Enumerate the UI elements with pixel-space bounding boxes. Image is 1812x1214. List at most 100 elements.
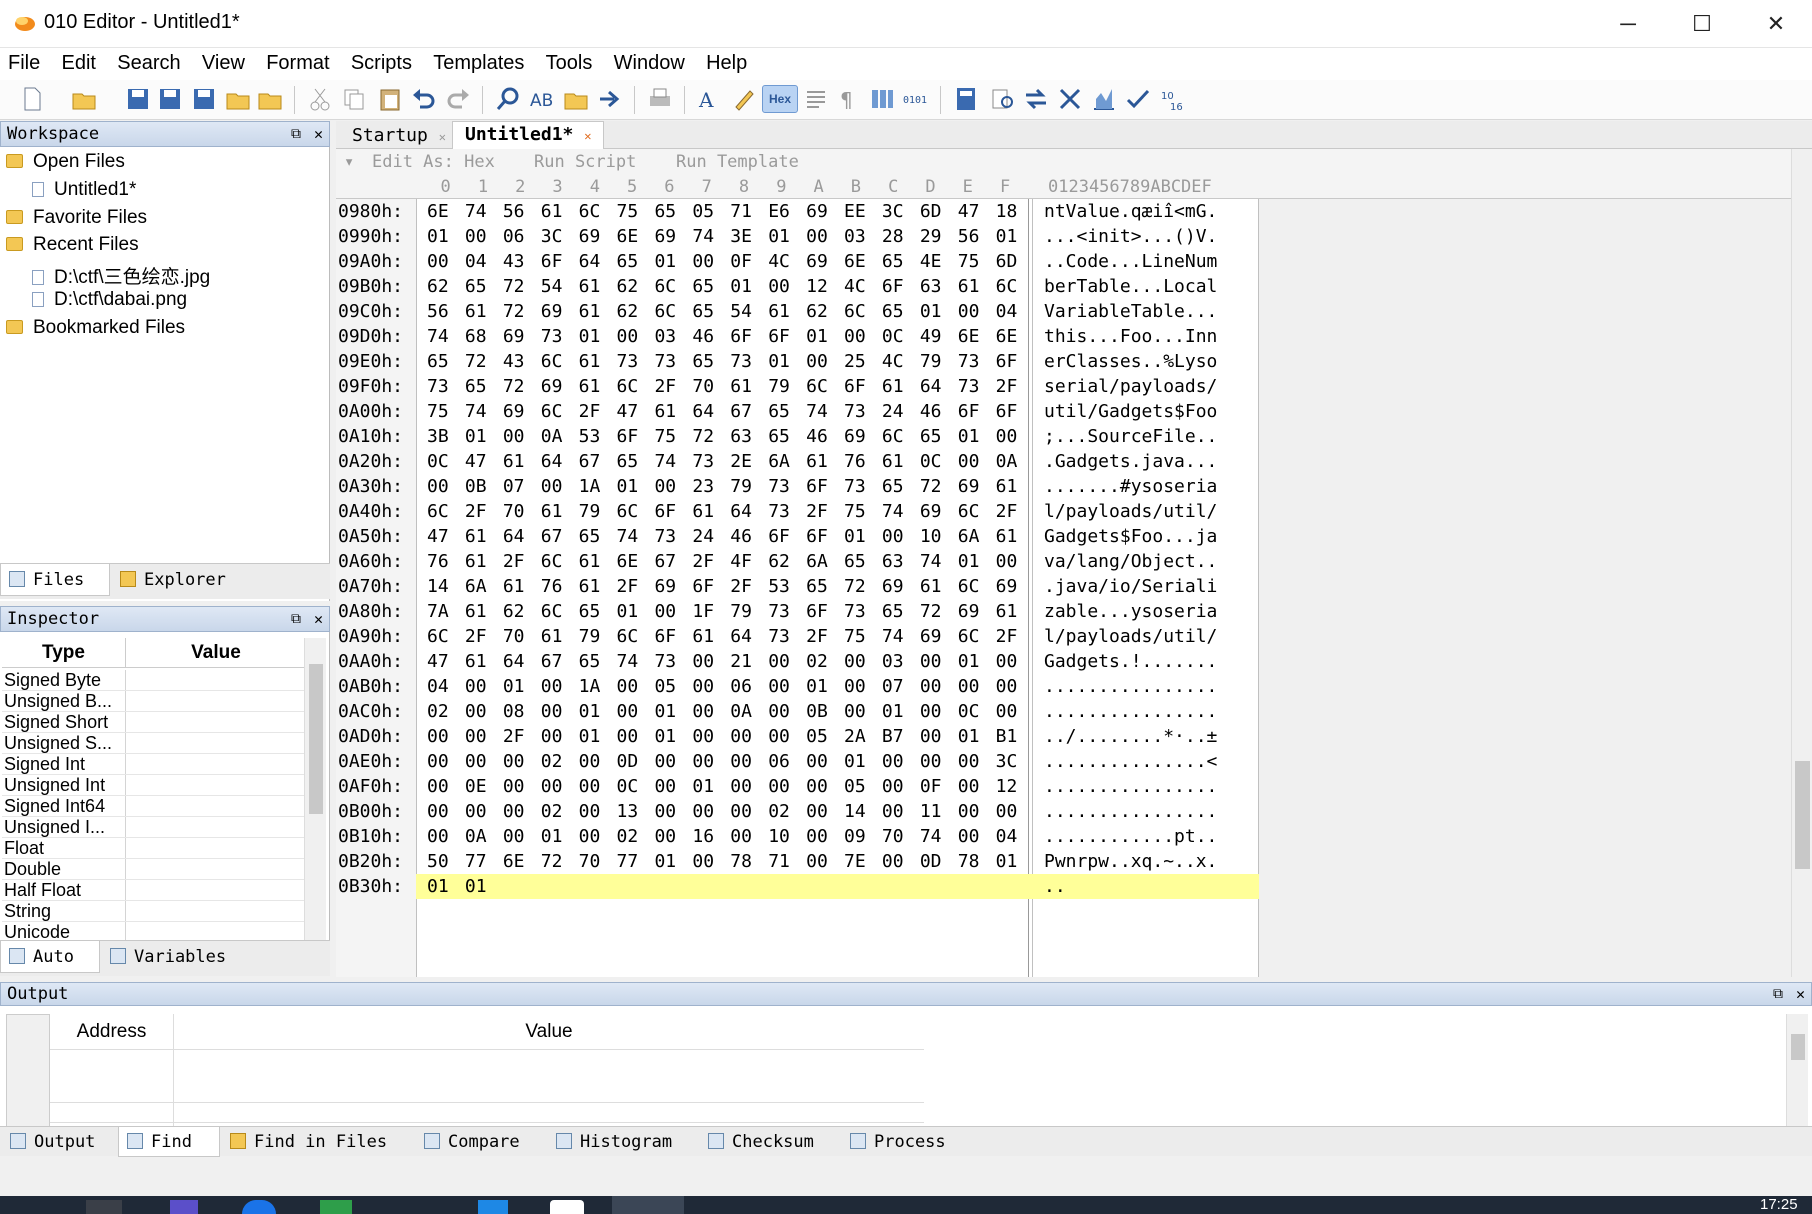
open-folder-icon[interactable]: [224, 85, 252, 113]
inspector-row[interactable]: Unsigned B...: [2, 691, 304, 712]
redo-icon[interactable]: [444, 85, 472, 113]
inspector-col-value[interactable]: Value: [128, 638, 304, 668]
hex-ascii[interactable]: ...............<: [1044, 749, 1217, 774]
font-icon[interactable]: A: [696, 85, 724, 113]
inspector-row[interactable]: Double: [2, 859, 304, 880]
hex-bytes[interactable]: 7A 61 62 6C 65 01 00 1F 79 73 6F 73 65 7…: [427, 599, 1017, 624]
hex-ascii[interactable]: ntValue.qæiî<mG.: [1044, 199, 1217, 224]
hex-row[interactable]: 0A70h: 14 6A 61 76 61 2F 69 6F 2F 53 65 7…: [336, 574, 1259, 599]
hex-ascii[interactable]: ............pt..: [1044, 824, 1217, 849]
editor-scroll-thumb[interactable]: [1795, 761, 1810, 869]
compare-icon[interactable]: [988, 85, 1016, 113]
hex-ascii[interactable]: va/lang/Object..: [1044, 549, 1217, 574]
hex-row[interactable]: 09D0h: 74 68 69 73 01 00 03 46 6F 6F 01 0…: [336, 324, 1259, 349]
hex-row[interactable]: 0980h: 6E 74 56 61 6C 75 65 05 71 E6 69 E…: [336, 199, 1259, 224]
close-panel-icon[interactable]: ✕: [314, 122, 323, 146]
hex-row[interactable]: 0A50h: 47 61 64 67 65 74 73 24 46 6F 6F 0…: [336, 524, 1259, 549]
tab-close-icon[interactable]: ✕: [584, 129, 591, 143]
hex-ascii[interactable]: erClasses..%Lyso: [1044, 349, 1217, 374]
hex-ascii[interactable]: serial/payloads/: [1044, 374, 1217, 399]
save-icon[interactable]: [124, 85, 152, 113]
hex-row[interactable]: 0A60h: 76 61 2F 6C 61 6E 67 2F 4F 62 6A 6…: [336, 549, 1259, 574]
find-icon[interactable]: [494, 85, 522, 113]
save-all-icon[interactable]: [190, 85, 218, 113]
hex-row[interactable]: 0AF0h: 00 0E 00 00 00 0C 00 01 00 00 00 0…: [336, 774, 1259, 799]
hex-bytes[interactable]: 56 61 72 69 61 62 6C 65 54 61 62 6C 65 0…: [427, 299, 1017, 324]
tree-recent-files[interactable]: Recent Files: [6, 234, 139, 256]
output-scroll-thumb[interactable]: [1791, 1034, 1805, 1060]
hex-bytes[interactable]: 02 00 08 00 01 00 01 00 0A 00 0B 00 01 0…: [427, 699, 1017, 724]
base-convert-icon[interactable]: 1016: [1158, 85, 1186, 113]
paste-icon[interactable]: [376, 85, 404, 113]
highlight-icon[interactable]: [730, 85, 758, 113]
hex-ascii[interactable]: Gadgets$Foo...ja: [1044, 524, 1217, 549]
hex-row[interactable]: 0A30h: 00 0B 07 00 1A 01 00 23 79 73 6F 7…: [336, 474, 1259, 499]
inspector-row[interactable]: Unsigned Int: [2, 775, 304, 796]
tab-compare[interactable]: Compare: [416, 1127, 546, 1157]
float-icon[interactable]: ⧉: [291, 607, 301, 631]
tab-find[interactable]: Find: [118, 1127, 220, 1157]
hex-bytes[interactable]: 47 61 64 67 65 74 73 00 21 00 02 00 03 0…: [427, 649, 1017, 674]
inspector-row[interactable]: Unsigned S...: [2, 733, 304, 754]
tab-find-in-files[interactable]: Find in Files: [222, 1127, 414, 1157]
paragraph-icon[interactable]: ¶: [834, 85, 862, 113]
hex-row[interactable]: 0AE0h: 00 00 00 02 00 0D 00 00 00 06 00 0…: [336, 749, 1259, 774]
hex-ascii[interactable]: ................: [1044, 799, 1217, 824]
hex-bytes[interactable]: 76 61 2F 6C 61 6E 67 2F 4F 62 6A 65 63 7…: [427, 549, 1017, 574]
hex-bytes[interactable]: 01 01: [427, 874, 487, 899]
hex-row[interactable]: 09A0h: 00 04 43 6F 64 65 01 00 0F 4C 69 6…: [336, 249, 1259, 274]
tab-output[interactable]: Output: [2, 1127, 116, 1157]
hex-ascii[interactable]: ................: [1044, 674, 1217, 699]
hex-ascii[interactable]: ...<init>...()V.: [1044, 224, 1217, 249]
undo-icon[interactable]: [410, 85, 438, 113]
close-button[interactable]: ✕: [1740, 0, 1812, 48]
tree-untitled-file[interactable]: Untitled1*: [32, 179, 136, 201]
hex-ascii[interactable]: util/Gadgets$Foo: [1044, 399, 1217, 424]
hex-ascii[interactable]: this...Foo...Inn: [1044, 324, 1217, 349]
find-in-files-icon[interactable]: [562, 85, 590, 113]
cut-icon[interactable]: [306, 85, 334, 113]
binary-icon[interactable]: 0101: [902, 85, 930, 113]
maximize-button[interactable]: ☐: [1666, 0, 1738, 48]
replace-icon[interactable]: AB: [528, 85, 556, 113]
taskbar-active-app[interactable]: [612, 1196, 684, 1214]
taskbar-app-icon[interactable]: [242, 1200, 276, 1214]
hex-ascii[interactable]: ../........*·..±: [1044, 724, 1217, 749]
text-mode-icon[interactable]: [802, 85, 830, 113]
hex-row[interactable]: 0990h: 01 00 06 3C 69 6E 69 74 3E 01 00 0…: [336, 224, 1259, 249]
inspector-row[interactable]: Signed Short: [2, 712, 304, 733]
hex-row[interactable]: 0B20h: 50 77 6E 72 70 77 01 00 78 71 00 7…: [336, 849, 1259, 874]
hex-ascii[interactable]: Pwnrpw..xq.~..x.: [1044, 849, 1217, 874]
hex-bytes[interactable]: 3B 01 00 0A 53 6F 75 72 63 65 46 69 6C 6…: [427, 424, 1017, 449]
hex-row[interactable]: 0AA0h: 47 61 64 67 65 74 73 00 21 00 02 0…: [336, 649, 1259, 674]
hex-grid[interactable]: 0980h: 6E 74 56 61 6C 75 65 05 71 E6 69 E…: [336, 199, 1259, 977]
hex-ascii[interactable]: berTable...Local: [1044, 274, 1217, 299]
hex-ascii[interactable]: ..Code...LineNum: [1044, 249, 1217, 274]
calculator-icon[interactable]: [952, 85, 980, 113]
inspector-row[interactable]: String: [2, 901, 304, 922]
histogram-icon[interactable]: [1090, 85, 1118, 113]
menu-format[interactable]: Format: [258, 50, 337, 77]
menu-tools[interactable]: Tools: [538, 50, 601, 77]
new-file-icon[interactable]: [18, 85, 46, 113]
hex-row[interactable]: 09F0h: 73 65 72 69 61 6C 2F 70 61 79 6C 6…: [336, 374, 1259, 399]
hex-row[interactable]: 09B0h: 62 65 72 54 61 62 6C 65 01 00 12 4…: [336, 274, 1259, 299]
hex-bytes[interactable]: 00 0E 00 00 00 0C 00 01 00 00 00 05 00 0…: [427, 774, 1017, 799]
hex-row[interactable]: 0A10h: 3B 01 00 0A 53 6F 75 72 63 65 46 6…: [336, 424, 1259, 449]
edit-as-dropdown[interactable]: Edit As: Hex: [372, 149, 495, 175]
editor-scrollbar[interactable]: [1791, 149, 1812, 977]
close-panel-icon[interactable]: ✕: [1796, 983, 1805, 1005]
menu-search[interactable]: Search: [109, 50, 188, 77]
tree-open-files[interactable]: Open Files: [6, 151, 125, 173]
hex-row[interactable]: 0A40h: 6C 2F 70 61 79 6C 6F 61 64 73 2F 7…: [336, 499, 1259, 524]
col-value[interactable]: Value: [174, 1014, 924, 1050]
taskbar-app-icon[interactable]: [320, 1200, 352, 1214]
hex-ascii[interactable]: ;...SourceFile..: [1044, 424, 1217, 449]
close-file-icon[interactable]: [256, 85, 284, 113]
hex-bytes[interactable]: 00 0A 00 01 00 02 00 16 00 10 00 09 70 7…: [427, 824, 1017, 849]
tab-close-icon[interactable]: ✕: [439, 130, 446, 144]
hex-bytes[interactable]: 00 04 43 6F 64 65 01 00 0F 4C 69 6E 65 4…: [427, 249, 1017, 274]
inspector-col-type[interactable]: Type: [2, 638, 126, 668]
goto-icon[interactable]: [596, 85, 624, 113]
save-as-icon[interactable]: [156, 85, 184, 113]
